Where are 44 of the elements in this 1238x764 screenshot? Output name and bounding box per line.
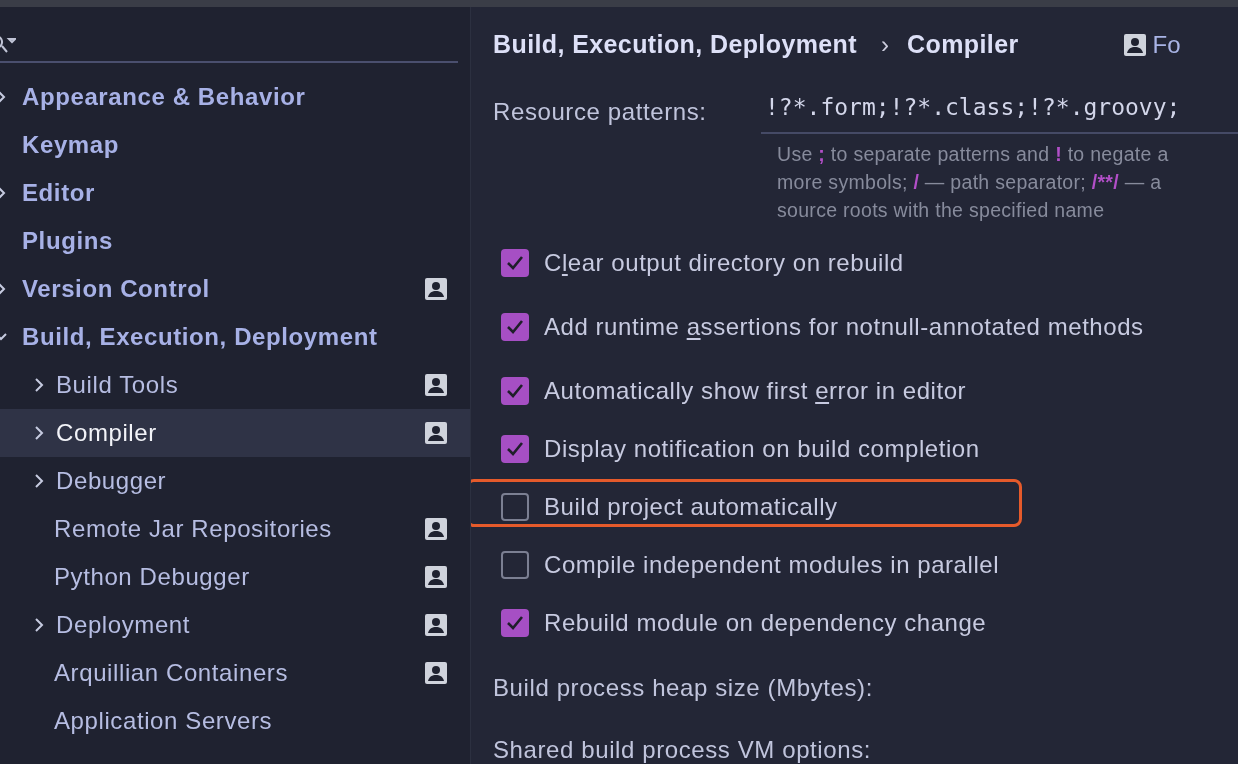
tree-item[interactable]: Build Tools [0, 361, 470, 409]
chevron-right-icon[interactable] [32, 618, 46, 632]
tree-item[interactable]: Appearance & Behavior [0, 73, 470, 121]
tree-item[interactable]: Debugger [0, 457, 470, 505]
breadcrumb-parent[interactable]: Build, Execution, Deployment [493, 30, 858, 59]
tree-item[interactable]: Plugins [0, 217, 470, 265]
chevron-right-icon[interactable] [32, 474, 46, 488]
hint-text: Use ; to separate patterns and ! to negate a [777, 142, 1170, 167]
tree-item[interactable]: Build, Execution, Deployment [0, 313, 470, 361]
checkbox[interactable] [501, 377, 529, 405]
checkbox-label[interactable]: Clear output directory on rebuild [544, 249, 904, 277]
field-label: Resource patterns: [493, 98, 708, 126]
checkbox-label[interactable]: Build project automatically [544, 493, 838, 521]
checkbox[interactable] [501, 435, 529, 463]
tree-item[interactable]: Python Debugger [0, 553, 470, 601]
tree-item[interactable]: Remote Jar Repositories [0, 505, 470, 553]
field-label: Build process heap size (Mbytes): [493, 674, 873, 702]
breadcrumb-separator: › [881, 30, 890, 59]
checkbox[interactable] [501, 609, 529, 637]
tree-item[interactable]: Keymap [0, 121, 470, 169]
checkbox[interactable] [501, 551, 529, 579]
checkbox-label[interactable]: Rebuild module on dependency change [544, 609, 987, 637]
checkbox[interactable] [501, 493, 529, 521]
scope-link[interactable]: Fo [1152, 30, 1181, 59]
checkbox-label[interactable]: Add runtime assertions for notnull-annotated methods [544, 313, 1144, 341]
person-icon [1122, 32, 1147, 57]
tree-item[interactable]: Version Control [0, 265, 470, 313]
field-label: Shared build process VM options: [493, 736, 872, 764]
checkbox-label[interactable]: Automatically show first error in editor [544, 377, 967, 405]
chevron-right-icon[interactable] [32, 426, 46, 440]
tree-item[interactable]: Editor [0, 169, 470, 217]
tree-item[interactable]: Arquillian Containers [0, 649, 470, 697]
checkbox-label[interactable]: Compile independent modules in parallel [544, 551, 1000, 579]
tree-item[interactable]: Application Servers [0, 697, 470, 745]
chevron-right-icon[interactable] [32, 378, 46, 392]
hint-text: source roots with the specified name [777, 198, 1106, 223]
breadcrumb-current: Compiler [907, 30, 1019, 59]
checkbox-label[interactable]: Display notification on build completion [544, 435, 980, 463]
tree-item[interactable]: Deployment [0, 601, 470, 649]
checkbox[interactable] [501, 249, 529, 277]
resource-patterns-field[interactable]: !?*.form;!?*.class;!?*.groovy; [761, 90, 1238, 134]
tree-item[interactable]: Compiler [0, 409, 470, 457]
checkbox[interactable] [501, 313, 529, 341]
hint-text: more symbols; / — path separator; /**/ — a [777, 170, 1163, 195]
